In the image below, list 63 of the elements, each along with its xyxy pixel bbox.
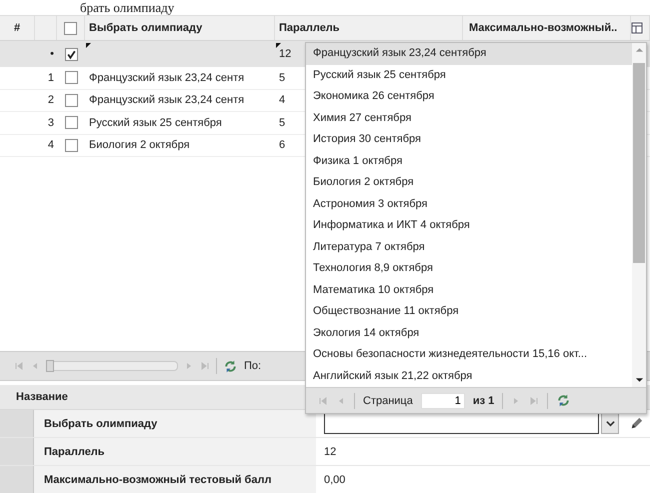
page-count: из 1 (472, 394, 494, 406)
table-cell: 12 (279, 48, 292, 60)
dropdown-item[interactable]: Технология 8,9 октября (306, 258, 632, 280)
dropdown-item[interactable]: Информатика и ИКТ 4 октября (306, 215, 632, 236)
dropdown-item[interactable]: Биология 2 октября (306, 172, 632, 194)
property-value: 0,00 (323, 472, 346, 488)
dropdown-item[interactable]: Физика 1 октября (306, 150, 632, 172)
page-heading: брать олимпиаду (79, 0, 176, 15)
checkbox[interactable] (64, 138, 78, 152)
checkbox[interactable] (64, 71, 78, 84)
table-cell: Французский язык 23,24 сентя (89, 94, 244, 106)
row-marker: • (50, 48, 54, 60)
corner-mark-icon (86, 43, 91, 48)
row-number: 4 (48, 139, 54, 152)
dropdown-item[interactable]: Русский язык 25 сентября (306, 64, 632, 86)
refresh-icon[interactable] (556, 393, 572, 408)
dropdown-item[interactable]: Астрономия 3 октября (306, 194, 632, 215)
row-number: 3 (48, 116, 54, 129)
row-number: 2 (48, 94, 54, 106)
property-name: Максимально-возможный тестовый балл (34, 466, 316, 493)
checkbox[interactable] (64, 116, 78, 130)
page-label: Страница (363, 394, 413, 406)
dropdown-item[interactable]: Основы безопасности жизнедеятельности 15,16 окт... (306, 344, 632, 366)
table-cell: 6 (279, 139, 286, 152)
pencil-icon[interactable] (629, 416, 644, 431)
scroll-up-icon[interactable] (634, 47, 644, 53)
caret-icon (606, 419, 614, 428)
row-number: 1 (48, 72, 54, 84)
corner-mark-icon (276, 43, 281, 48)
checkbox[interactable] (64, 22, 77, 34)
dropdown-item[interactable]: Экономика 26 сентября (306, 86, 632, 108)
property-value: 12 (323, 444, 338, 460)
table-cell: Биология 2 октября (89, 139, 190, 152)
checkbox[interactable] (64, 48, 78, 60)
table-cell: 5 (279, 116, 286, 129)
property-name: Параллель (34, 438, 316, 465)
property-name: Выбрать олимпиаду (34, 410, 316, 437)
column-header[interactable]: Выбрать олимпиаду (89, 22, 202, 34)
scroll-down-icon[interactable] (634, 377, 644, 383)
olympiad-combo-field[interactable] (324, 413, 599, 434)
table-cell: 4 (279, 94, 286, 106)
checkbox[interactable] (64, 94, 78, 107)
dropdown-item[interactable]: История 30 сентября (306, 129, 632, 150)
page-size-label: По: (244, 360, 262, 372)
dropdown-item[interactable]: Литература 7 октября (306, 236, 632, 258)
table-cell: 5 (279, 72, 286, 84)
dropdown-item[interactable]: Экология 14 октября (306, 322, 632, 344)
table-cell: Французский язык 23,24 сентя (89, 72, 244, 84)
slider-thumb[interactable] (46, 360, 54, 372)
column-header[interactable]: Параллель (279, 22, 340, 34)
column-header[interactable]: Максимально-возможный.. (469, 22, 618, 34)
dropdown-item[interactable]: Французский язык 23,24 сентября (306, 43, 632, 64)
table-cell: Русский язык 25 сентября (89, 116, 222, 129)
dropdown-item[interactable]: Английский язык 21,22 октября (306, 366, 632, 387)
dropdown-button[interactable] (601, 413, 619, 434)
column-header[interactable]: # (14, 22, 20, 34)
columns-icon[interactable] (631, 22, 643, 34)
refresh-icon[interactable] (223, 358, 238, 374)
scrollbar[interactable] (632, 43, 646, 387)
page-number-field[interactable]: 1 (420, 392, 465, 408)
dropdown-item[interactable]: Математика 10 октября (306, 280, 632, 301)
dropdown-item[interactable]: Обществознание 11 октября (306, 301, 632, 322)
dropdown-item[interactable]: Химия 27 сентября (306, 108, 632, 129)
